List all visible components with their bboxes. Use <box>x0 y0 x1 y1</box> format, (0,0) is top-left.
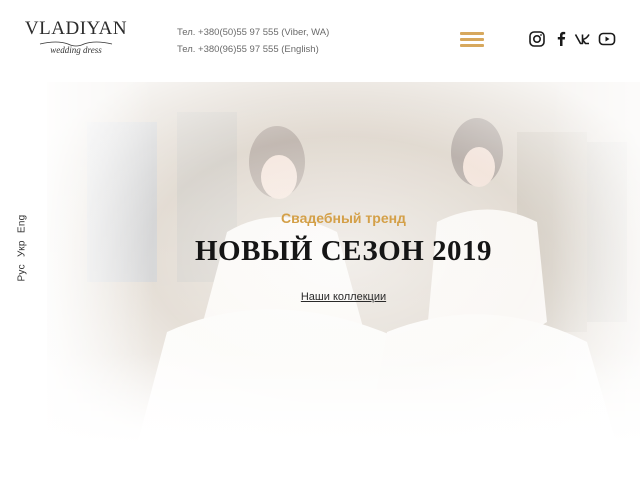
lang-uk[interactable]: Укр <box>17 240 28 257</box>
lang-ru[interactable]: Рус <box>17 264 28 281</box>
hero-subtitle: Свадебный тренд <box>281 210 406 226</box>
hamburger-menu-icon[interactable] <box>460 32 484 47</box>
lang-en[interactable]: Eng <box>17 214 28 233</box>
hero-banner: Свадебный тренд НОВЫЙ СЕЗОН 2019 Наши ко… <box>47 82 640 445</box>
vk-icon[interactable] <box>574 30 592 48</box>
phone-line-viber[interactable]: Тел. +380(50)55 97 555 (Viber, WA) <box>177 24 329 41</box>
logo-text: VLADIYAN <box>24 18 128 39</box>
youtube-icon[interactable] <box>598 30 616 48</box>
phone-list: Тел. +380(50)55 97 555 (Viber, WA) Тел. … <box>177 24 329 58</box>
collections-link[interactable]: Наши коллекции <box>301 291 386 303</box>
phone-line-english[interactable]: Тел. +380(96)55 97 555 (English) <box>177 41 329 58</box>
logo[interactable]: VLADIYAN wedding dress <box>24 18 128 58</box>
site-header: VLADIYAN wedding dress Тел. +380(50)55 9… <box>0 0 640 80</box>
hero-title: НОВЫЙ СЕЗОН 2019 <box>194 235 493 267</box>
logo-subtitle: wedding dress <box>50 45 102 55</box>
language-switcher: Рус Укр Eng <box>17 212 28 283</box>
instagram-icon[interactable] <box>528 30 546 48</box>
collections-link-wrapper: Наши коллекции <box>47 291 640 303</box>
facebook-icon[interactable] <box>552 30 570 48</box>
